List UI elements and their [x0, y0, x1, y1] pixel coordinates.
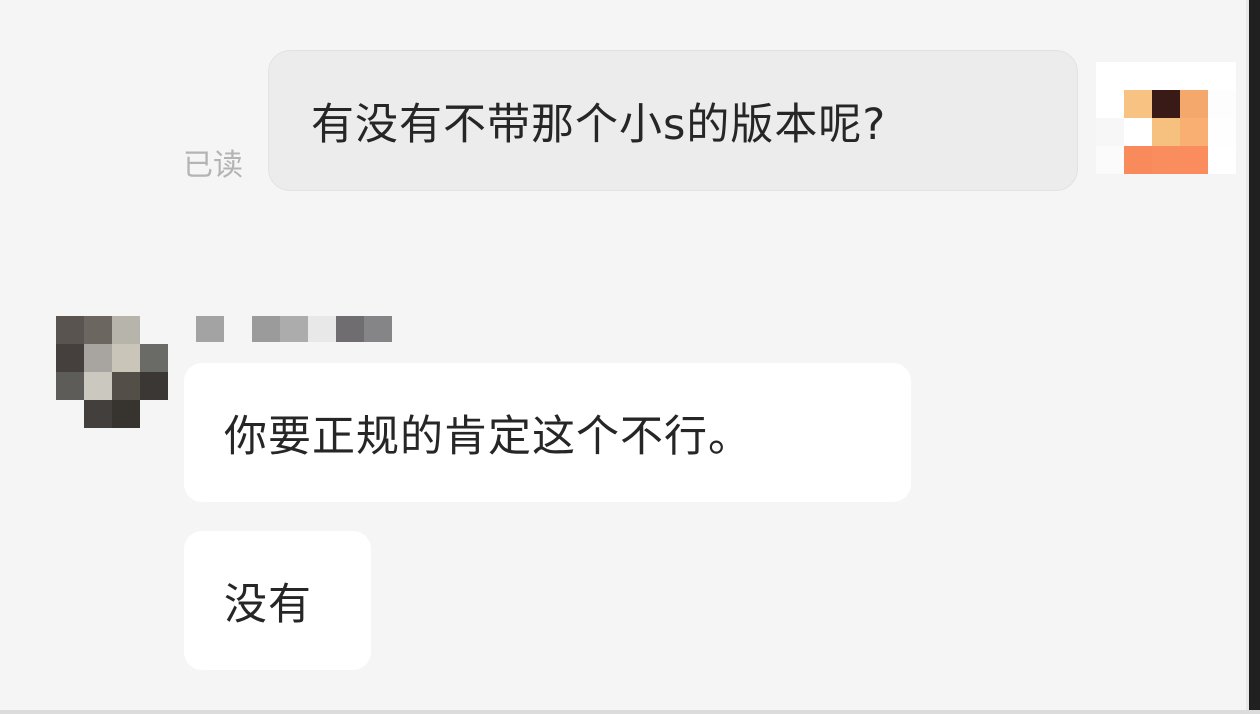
incoming-message-text: 没有 — [224, 579, 312, 630]
avatar-pixel — [84, 316, 112, 344]
avatar-pixel — [140, 316, 168, 344]
avatar-pixel — [112, 344, 140, 372]
user-avatar-icon[interactable] — [1096, 62, 1236, 174]
avatar-pixel — [1208, 146, 1236, 174]
avatar-pixel — [84, 372, 112, 400]
sender-name-block — [280, 316, 308, 342]
avatar-pixel — [1208, 118, 1236, 146]
avatar-pixel — [112, 400, 140, 428]
avatar-pixel — [56, 344, 84, 372]
avatar-pixel — [1096, 90, 1124, 118]
avatar-pixel — [1152, 90, 1180, 118]
outgoing-message-text: 有没有不带那个小s的版本呢? — [311, 99, 887, 150]
incoming-message-bubble[interactable]: 你要正规的肯定这个不行。 — [184, 363, 911, 502]
avatar-pixel — [140, 344, 168, 372]
sender-name-redacted — [196, 316, 392, 342]
sender-name-block — [224, 316, 252, 342]
avatar-pixel — [56, 372, 84, 400]
avatar-pixel — [112, 372, 140, 400]
avatar-pixel — [1152, 118, 1180, 146]
avatar-pixel — [1124, 90, 1152, 118]
avatar-pixel — [56, 316, 84, 344]
avatar-pixel — [1124, 146, 1152, 174]
screen-right-edge — [1246, 0, 1260, 714]
avatar-pixel — [84, 344, 112, 372]
incoming-message-text: 你要正规的肯定这个不行。 — [224, 411, 752, 462]
avatar-pixel — [1124, 62, 1152, 90]
avatar-pixel — [112, 316, 140, 344]
avatar-pixel — [1096, 62, 1124, 90]
avatar-pixel — [1180, 62, 1208, 90]
avatar-pixel — [140, 400, 168, 428]
avatar-pixel — [1180, 90, 1208, 118]
screen-bottom-edge — [0, 710, 1260, 714]
avatar-pixel — [1124, 118, 1152, 146]
outgoing-message-bubble[interactable]: 有没有不带那个小s的版本呢? — [268, 50, 1078, 191]
avatar-pixel — [1208, 62, 1236, 90]
avatar-pixel — [56, 400, 84, 428]
read-status: 已读 — [183, 148, 243, 183]
chat-area: 有没有不带那个小s的版本呢? 已读 你要正规的肯定这个不行。 没有 — [0, 0, 1246, 714]
sender-name-block — [196, 316, 224, 342]
avatar-pixel — [140, 372, 168, 400]
avatar-pixel — [1180, 146, 1208, 174]
avatar-pixel — [84, 400, 112, 428]
incoming-message-bubble[interactable]: 没有 — [184, 531, 371, 670]
avatar-pixel — [1152, 146, 1180, 174]
avatar-pixel — [1096, 118, 1124, 146]
avatar-pixel — [1208, 90, 1236, 118]
contact-avatar-icon[interactable] — [56, 316, 168, 428]
sender-name-block — [364, 316, 392, 342]
avatar-pixel — [1152, 62, 1180, 90]
sender-name-block — [252, 316, 280, 342]
avatar-pixel — [1096, 146, 1124, 174]
avatar-pixel — [1180, 118, 1208, 146]
sender-name-block — [336, 316, 364, 342]
sender-name-block — [308, 316, 336, 342]
